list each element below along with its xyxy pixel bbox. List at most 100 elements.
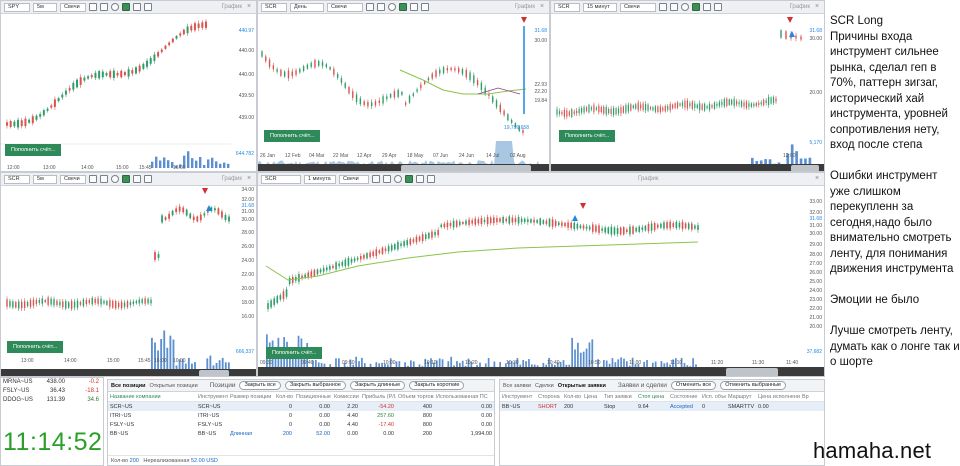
col-header[interactable]: Исп. объем xyxy=(700,394,726,400)
col-header[interactable]: Кол-во xyxy=(274,394,294,400)
price-chart[interactable]: 33.00 32.00 31.68 31.00 30.00 29.00 28.0… xyxy=(258,186,824,376)
close-all-button[interactable]: Закрыть все xyxy=(239,381,281,390)
col-header[interactable]: Кол-во xyxy=(562,394,582,400)
col-header[interactable]: Название компании xyxy=(108,394,196,400)
price-chart[interactable]: 34.00 32.00 31.68 31.00 30.00 28.00 26.0… xyxy=(1,186,256,376)
cursor-icon[interactable] xyxy=(89,3,97,11)
col-header[interactable]: Позиционные xyxy=(294,394,332,400)
crosshair-icon[interactable] xyxy=(670,3,678,11)
indicator-icon[interactable] xyxy=(122,3,130,11)
close-selected-button[interactable]: Закрыть выбранное xyxy=(284,381,346,390)
settings-icon[interactable] xyxy=(133,3,141,11)
zoom-icon[interactable] xyxy=(394,175,402,183)
settings-icon[interactable] xyxy=(416,175,424,183)
close-icon[interactable]: × xyxy=(538,3,546,11)
tab-trades[interactable]: Сделки xyxy=(535,383,554,389)
position-row[interactable]: SCR~US SCR~US 0 0.00 2.20 -54.20 400 0.00 xyxy=(108,402,494,411)
zoom-icon[interactable] xyxy=(111,3,119,11)
col-header[interactable]: Сторона xyxy=(536,394,562,400)
scrollbar-thumb[interactable] xyxy=(726,368,778,376)
cursor-icon[interactable] xyxy=(89,175,97,183)
indicator-icon[interactable] xyxy=(122,175,130,183)
crosshair-icon[interactable] xyxy=(383,175,391,183)
scrollbar-thumb[interactable] xyxy=(791,165,819,171)
col-header[interactable]: Состояние xyxy=(668,394,700,400)
chart-type-select[interactable]: Свечи xyxy=(60,174,86,184)
col-header[interactable]: Инструмент xyxy=(196,394,228,400)
cancel-selected-button[interactable]: Отменить выбранные xyxy=(720,381,787,390)
price-chart[interactable]: 31.68 30.00 20.00 5,170 12:00 Пополнить … xyxy=(551,14,824,171)
scrollbar-thumb[interactable] xyxy=(199,370,229,376)
close-icon[interactable]: × xyxy=(245,175,253,183)
position-row[interactable]: BB~US BB~US Длинная 200 52.00 0.00 0.00 200 1,99… xyxy=(108,429,494,438)
chart-scrollbar[interactable] xyxy=(258,164,549,171)
settings-icon[interactable] xyxy=(410,3,418,11)
price-chart[interactable]: 31.68 30.00 22.93 22.20 19.84 19,799,658… xyxy=(258,14,549,171)
close-short-button[interactable]: Закрыть короткие xyxy=(409,381,465,390)
cancel-all-button[interactable]: Отменить все xyxy=(670,381,717,390)
tab-all-positions[interactable]: Все позиции xyxy=(111,383,146,389)
col-header[interactable]: Использованная ПС xyxy=(434,394,494,400)
indicator-icon[interactable] xyxy=(399,3,407,11)
tab-open-positions[interactable]: Открытые позиции xyxy=(150,383,198,389)
col-header[interactable]: Цена исполнения xyxy=(756,394,800,400)
indicator-icon[interactable] xyxy=(405,175,413,183)
col-header[interactable]: Комиссии xyxy=(332,394,360,400)
timeframe-select[interactable]: 15 минут xyxy=(583,2,617,12)
add-funds-button[interactable]: Пополнить счёт... xyxy=(7,341,64,353)
chart-scrollbar[interactable] xyxy=(258,367,824,376)
add-funds-button[interactable]: Пополнить счёт... xyxy=(266,347,323,359)
zoom-icon[interactable] xyxy=(681,3,689,11)
crosshair-icon[interactable] xyxy=(377,3,385,11)
col-header[interactable]: Объем торгов xyxy=(396,394,434,400)
price-chart[interactable]: 440.97 440.00 440.00 439.50 439.00 644.7… xyxy=(1,14,256,171)
crosshair-icon[interactable] xyxy=(100,3,108,11)
col-header[interactable]: Цена xyxy=(582,394,602,400)
draw-icon[interactable] xyxy=(714,3,722,11)
timeframe-select[interactable]: День xyxy=(290,2,324,12)
col-header[interactable]: Вр xyxy=(800,394,814,400)
indicator-icon[interactable] xyxy=(692,3,700,11)
scrollbar-thumb[interactable] xyxy=(401,165,531,171)
tab-all-orders[interactable]: Все заявки xyxy=(503,383,531,389)
cursor-icon[interactable] xyxy=(659,3,667,11)
close-long-button[interactable]: Закрыть длинные xyxy=(349,381,406,390)
close-icon[interactable]: × xyxy=(813,3,821,11)
symbol-field[interactable]: SCR xyxy=(554,2,580,12)
settings-icon[interactable] xyxy=(133,175,141,183)
col-header[interactable]: Маршрут xyxy=(726,394,756,400)
col-header[interactable]: Размер позиции xyxy=(228,394,274,400)
position-row[interactable]: FSLY~US FSLY~US 0 0.00 4.40 -17.40 800 0.00 xyxy=(108,420,494,429)
zoom-icon[interactable] xyxy=(388,3,396,11)
zoom-icon[interactable] xyxy=(111,175,119,183)
chart-scrollbar[interactable] xyxy=(1,369,256,376)
order-row[interactable]: BB~US SHORT 200 Stop 9.64 Accepted 0 SMARTTV 0.0… xyxy=(500,402,824,411)
close-icon[interactable]: × xyxy=(813,175,821,183)
chart-type-select[interactable]: Свечи xyxy=(60,2,86,12)
col-header[interactable]: Инструмент xyxy=(500,394,536,400)
chart-type-select[interactable]: Свечи xyxy=(620,2,656,12)
chart-type-select[interactable]: Свечи xyxy=(327,2,363,12)
close-icon[interactable]: × xyxy=(245,3,253,11)
draw-icon[interactable] xyxy=(427,175,435,183)
settings-icon[interactable] xyxy=(703,3,711,11)
draw-icon[interactable] xyxy=(144,3,152,11)
cursor-icon[interactable] xyxy=(372,175,380,183)
crosshair-icon[interactable] xyxy=(100,175,108,183)
add-funds-button[interactable]: Пополнить счёт... xyxy=(264,130,321,142)
col-header[interactable]: Тип заявки xyxy=(602,394,636,400)
symbol-field[interactable]: SCR xyxy=(261,2,287,12)
chart-scrollbar[interactable] xyxy=(551,164,824,171)
timeframe-select[interactable]: 5м xyxy=(33,174,57,184)
draw-icon[interactable] xyxy=(421,3,429,11)
cursor-icon[interactable] xyxy=(366,3,374,11)
add-funds-button[interactable]: Пополнить счёт... xyxy=(5,144,62,156)
symbol-field[interactable]: SPY xyxy=(4,2,30,12)
chart-type-select[interactable]: Свечи xyxy=(339,174,369,184)
tab-open-orders[interactable]: Открытые заявки xyxy=(558,383,606,389)
timeframe-select[interactable]: 5м xyxy=(33,2,57,12)
col-header[interactable]: Стоп цена xyxy=(636,394,668,400)
symbol-field[interactable]: SCR xyxy=(4,174,30,184)
add-funds-button[interactable]: Пополнить счёт... xyxy=(559,130,616,142)
symbol-field[interactable]: SCR xyxy=(261,174,301,184)
